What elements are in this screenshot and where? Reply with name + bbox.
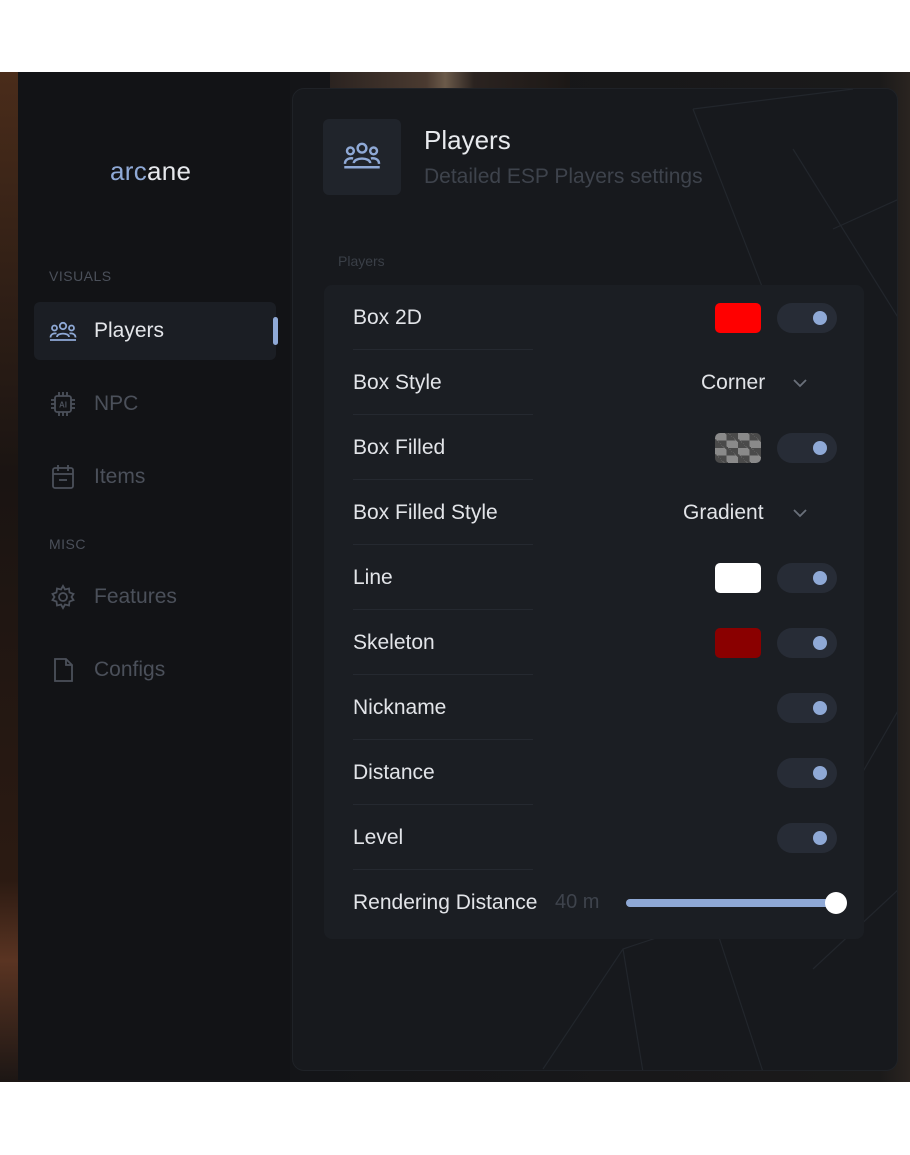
brand-logo: arcane xyxy=(110,156,191,187)
brand-part-1: arc xyxy=(110,156,148,186)
setting-label: Line xyxy=(353,565,393,589)
page-title: Players xyxy=(424,125,511,155)
active-indicator xyxy=(273,317,278,345)
toggle-knob xyxy=(813,440,827,455)
toggle-knob xyxy=(813,700,827,715)
sidebar: arcane VISUALS Players AI NPC Items MISC… xyxy=(18,72,290,1080)
toggle-switch[interactable] xyxy=(777,757,837,788)
ai-chip-icon: AI xyxy=(48,389,78,419)
page-subtitle: Detailed ESP Players settings xyxy=(424,165,703,188)
select-value[interactable]: Gradient xyxy=(683,501,764,525)
setting-label: Distance xyxy=(353,760,435,784)
toggle-knob xyxy=(813,830,827,845)
color-swatch[interactable] xyxy=(715,562,761,593)
slider-fill xyxy=(626,898,836,907)
toggle-switch[interactable] xyxy=(777,627,837,658)
group-label: Players xyxy=(338,253,385,269)
brand-part-2: ane xyxy=(147,156,192,186)
users-icon xyxy=(48,316,78,346)
calendar-icon xyxy=(48,462,78,492)
toggle-switch[interactable] xyxy=(777,822,837,853)
header-icon-box xyxy=(323,119,401,195)
sidebar-item-features[interactable]: Features xyxy=(34,568,276,626)
sidebar-item-players[interactable]: Players xyxy=(34,302,278,360)
sidebar-item-label: Items xyxy=(94,465,146,488)
toggle-switch[interactable] xyxy=(777,562,837,593)
sidebar-item-npc[interactable]: AI NPC xyxy=(34,375,276,433)
setting-label: Level xyxy=(353,825,404,849)
setting-row-nickname: Nickname xyxy=(324,675,864,740)
select-value[interactable]: Corner xyxy=(701,371,765,395)
setting-label: Nickname xyxy=(353,695,447,719)
toggle-switch[interactable] xyxy=(777,432,837,463)
setting-row-line: Line xyxy=(324,545,864,610)
users-icon xyxy=(341,140,383,175)
chevron-down-icon[interactable] xyxy=(790,373,810,393)
file-icon xyxy=(48,655,78,685)
slider-thumb[interactable] xyxy=(825,891,847,914)
setting-label: Box Filled Style xyxy=(353,500,498,524)
setting-row-level: Level xyxy=(324,805,864,870)
slider-track[interactable] xyxy=(626,891,847,914)
setting-row-box-filled-style: Box Filled Style Gradient xyxy=(324,480,864,545)
chevron-down-icon[interactable] xyxy=(790,503,810,523)
toggle-knob xyxy=(813,765,827,780)
setting-label: Box Style xyxy=(353,370,442,394)
sidebar-item-items[interactable]: Items xyxy=(34,448,276,506)
color-swatch[interactable] xyxy=(715,627,761,658)
setting-row-box-filled: Box Filled xyxy=(324,415,864,480)
sidebar-item-label: NPC xyxy=(94,392,139,415)
setting-row-skeleton: Skeleton xyxy=(324,610,864,675)
setting-row-rendering-distance: Rendering Distance 40 m xyxy=(324,870,864,935)
toggle-knob xyxy=(813,310,827,325)
section-label-misc: MISC xyxy=(49,536,86,552)
color-swatch[interactable] xyxy=(715,432,761,463)
setting-label: Box 2D xyxy=(353,305,422,329)
settings-panel: Players Detailed ESP Players settings Pl… xyxy=(292,88,898,1071)
settings-card: Box 2D Box Style Corner Box Filled Box F… xyxy=(324,285,864,939)
setting-row-distance: Distance xyxy=(324,740,864,805)
sidebar-item-label: Features xyxy=(94,585,177,608)
setting-label: Box Filled xyxy=(353,435,446,459)
color-swatch[interactable] xyxy=(715,302,761,333)
setting-label: Rendering Distance xyxy=(353,890,538,914)
section-label-visuals: VISUALS xyxy=(49,268,112,284)
slider-value: 40 m xyxy=(555,891,600,913)
setting-row-box-style: Box Style Corner xyxy=(324,350,864,415)
toggle-switch[interactable] xyxy=(777,302,837,333)
toggle-knob xyxy=(813,570,827,585)
toggle-knob xyxy=(813,635,827,650)
svg-text:AI: AI xyxy=(59,401,67,410)
toggle-switch[interactable] xyxy=(777,692,837,723)
sidebar-item-label: Configs xyxy=(94,658,166,681)
gear-icon xyxy=(48,582,78,612)
setting-label: Skeleton xyxy=(353,630,435,654)
sidebar-item-label: Players xyxy=(94,319,165,342)
setting-row-box-2d: Box 2D xyxy=(324,285,864,350)
sidebar-item-configs[interactable]: Configs xyxy=(34,641,276,699)
